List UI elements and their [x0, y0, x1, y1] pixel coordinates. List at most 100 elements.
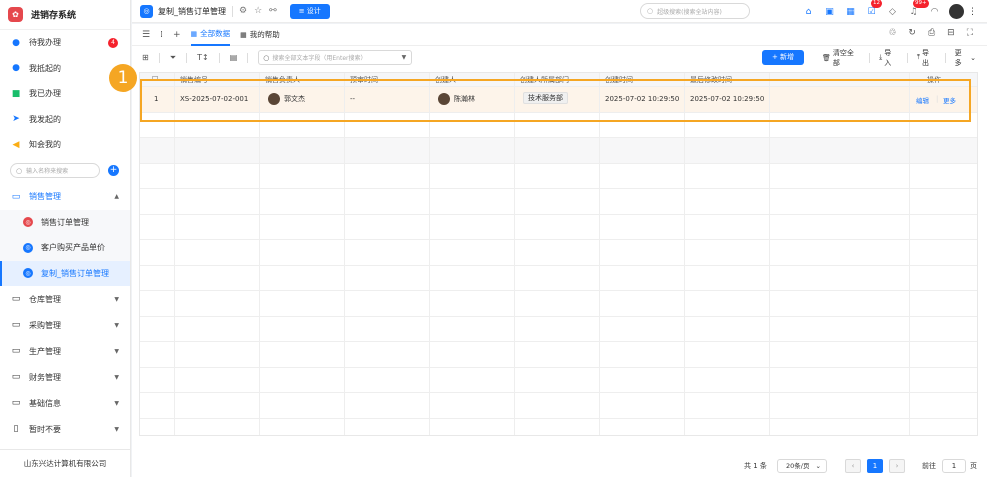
sidebar-item-sent[interactable]: ➤ 我发起的: [0, 107, 130, 133]
tab-bar-actions: ♲ ↻ ⎙ ⊟ ⛶: [876, 28, 973, 38]
sidebar-item-pending[interactable]: ● 待我办理 4: [0, 30, 130, 56]
download-icon: ⤓: [879, 53, 883, 61]
contacts-icon[interactable]: ▣: [823, 5, 836, 18]
select-icon[interactable]: ⊞: [142, 53, 149, 62]
order-number-cell: XS-2025-07-02-001: [180, 95, 249, 103]
sidebar-group-sales[interactable]: ▭ 销售管理 ▲: [0, 184, 130, 210]
column-divider: [514, 73, 515, 435]
bell-icon[interactable]: ♫ 99+: [907, 0, 929, 18]
headset-icon[interactable]: ◠: [928, 5, 941, 18]
more-vertical-icon[interactable]: ⋮: [968, 7, 977, 17]
search-icon: ○: [16, 166, 23, 175]
prev-page-button[interactable]: ‹: [845, 459, 861, 473]
tasks-count-badge: 12: [871, 0, 882, 8]
table-row[interactable]: 1 XS-2025-07-02-001 郭文杰 -- 陈瀚林 技术服务部 202…: [140, 87, 977, 113]
company-name: 山东兴达计算机有限公司: [0, 449, 130, 477]
column-header[interactable]: 创建人: [435, 75, 456, 85]
home-icon[interactable]: ⌂: [802, 5, 815, 18]
settings-icon[interactable]: ⚙: [239, 6, 247, 16]
sidebar-item-customer-prices[interactable]: ◎ 客户购买产品单价: [0, 235, 130, 261]
empty-row: [140, 164, 977, 189]
app-icon: ◎: [23, 268, 33, 279]
plus-icon[interactable]: +: [173, 30, 181, 40]
sidebar-search-input[interactable]: ○ 输入名称来搜索: [10, 163, 100, 178]
brand-header: ✿ 进销存系统: [0, 0, 130, 30]
export-button[interactable]: ⤒ 导出: [917, 48, 936, 68]
select-all-checkbox[interactable]: ☐: [152, 75, 158, 83]
tab-my-help[interactable]: ▦ 我的帮助: [240, 24, 280, 46]
divider: [158, 52, 160, 63]
column-header[interactable]: 销售负责人: [265, 75, 300, 85]
goto-label: 前往: [922, 462, 936, 470]
sidebar-group-purchase[interactable]: ▭ 采购管理 ▼: [0, 312, 130, 338]
goto-page-input[interactable]: 1: [942, 459, 966, 473]
filter-icon[interactable]: ⏷: [170, 53, 176, 63]
folder-icon: ▭: [11, 398, 21, 408]
link-icon[interactable]: ⚯: [269, 6, 277, 16]
tasks-icon[interactable]: ☑ 12: [865, 0, 882, 18]
sidebar-item-sales-orders[interactable]: ◎ 销售订单管理: [0, 209, 130, 235]
star-icon[interactable]: ☆: [254, 6, 262, 16]
list-icon[interactable]: ☰: [142, 30, 150, 40]
column-header[interactable]: 创建人所属部门: [520, 75, 569, 85]
add-button[interactable]: + 新增: [762, 50, 804, 65]
divider: [247, 52, 249, 63]
tab-all-data[interactable]: ▦ 全部数据: [190, 24, 231, 46]
add-menu-button[interactable]: +: [108, 165, 119, 176]
sidebar-item-cc[interactable]: ◀ 知会我的: [0, 132, 130, 158]
import-button[interactable]: ⤓ 导入: [879, 48, 898, 68]
department-cell: 技术服务部: [523, 92, 568, 104]
search-icon: ○: [647, 7, 654, 15]
toolbar-actions: 🗑 清空全部 ⤓ 导入 ⤒ 导出 更多 ⌄: [822, 48, 987, 68]
empty-row: [140, 317, 977, 342]
row-edit-link[interactable]: 编辑: [916, 95, 929, 105]
sidebar-item-label: 销售订单管理: [41, 217, 89, 227]
refresh-icon[interactable]: ↻: [908, 28, 916, 38]
sidebar-group-finance[interactable]: ▭ 财务管理 ▼: [0, 364, 130, 390]
sort-icon[interactable]: T↕: [197, 53, 209, 62]
calendar-icon[interactable]: ▤: [230, 53, 238, 62]
layout-icon[interactable]: ⊟: [947, 28, 955, 38]
user-avatar[interactable]: [949, 4, 964, 19]
share-icon[interactable]: ♲: [888, 28, 896, 38]
column-header[interactable]: 创建时间: [605, 75, 633, 85]
table-search-input[interactable]: ○ 搜索全部文本字段（用Enter搜索） ▼: [258, 50, 413, 65]
compass-icon[interactable]: ◇: [886, 5, 899, 18]
drag-handle-icon[interactable]: ⁞: [160, 30, 163, 40]
notification-count-badge: 99+: [913, 0, 929, 8]
sidebar-group-production[interactable]: ▭ 生产管理 ▼: [0, 338, 130, 364]
more-button[interactable]: 更多 ⌄: [955, 48, 978, 68]
export-label: 导出: [921, 48, 929, 67]
sidebar-item-copy-sales-orders[interactable]: ◎ 复制_销售订单管理: [0, 260, 130, 286]
chevron-down-icon: ⌄: [815, 462, 821, 470]
table-search-placeholder: 搜索全部文本字段（用Enter搜索）: [272, 55, 367, 62]
updated-at-cell: 2025-07-02 10:29:50: [690, 95, 765, 103]
fullscreen-icon[interactable]: ⛶: [967, 28, 973, 38]
global-search-input[interactable]: ○ 超级搜索(搜索全站内容): [640, 3, 750, 19]
row-more-link[interactable]: 更多: [943, 95, 956, 105]
design-button[interactable]: ≡ 设计: [289, 3, 330, 19]
column-divider: [599, 73, 600, 435]
print-icon[interactable]: ⎙: [928, 28, 935, 38]
apps-grid-icon[interactable]: ▦: [844, 5, 857, 18]
page-size-select[interactable]: 20条/页 ⌄: [777, 459, 827, 473]
column-header[interactable]: 最后修改时间: [690, 75, 732, 85]
clear-all-button[interactable]: 🗑 清空全部: [822, 48, 860, 68]
sidebar-item-label: 我抵起的: [29, 63, 61, 73]
next-page-button[interactable]: ›: [889, 459, 905, 473]
upload-icon: ⤒: [916, 53, 920, 61]
divider: [944, 52, 946, 63]
sidebar-group-basic-info[interactable]: ▭ 基础信息 ▼: [0, 390, 130, 416]
sidebar-group-temp[interactable]: ▯ 暂时不要 ▼: [0, 416, 130, 442]
table-toolbar: ⊞ ⏷ T↕ ▤ ○ 搜索全部文本字段（用Enter搜索） ▼ + 新增 🗑 清空…: [132, 46, 987, 69]
sidebar-group-warehouse[interactable]: ▭ 仓库管理 ▼: [0, 286, 130, 312]
empty-row: [140, 393, 977, 419]
column-header[interactable]: 预审时间: [350, 75, 378, 85]
page-size-value: 20条/页: [786, 462, 810, 470]
search-icon: ○: [263, 53, 270, 62]
current-page-button[interactable]: 1: [867, 459, 883, 473]
tab-label: 我的帮助: [249, 30, 280, 39]
column-header[interactable]: 销售编号: [180, 75, 208, 85]
design-button-label: 设计: [306, 6, 321, 15]
sidebar-item-label: 我发起的: [29, 114, 61, 124]
